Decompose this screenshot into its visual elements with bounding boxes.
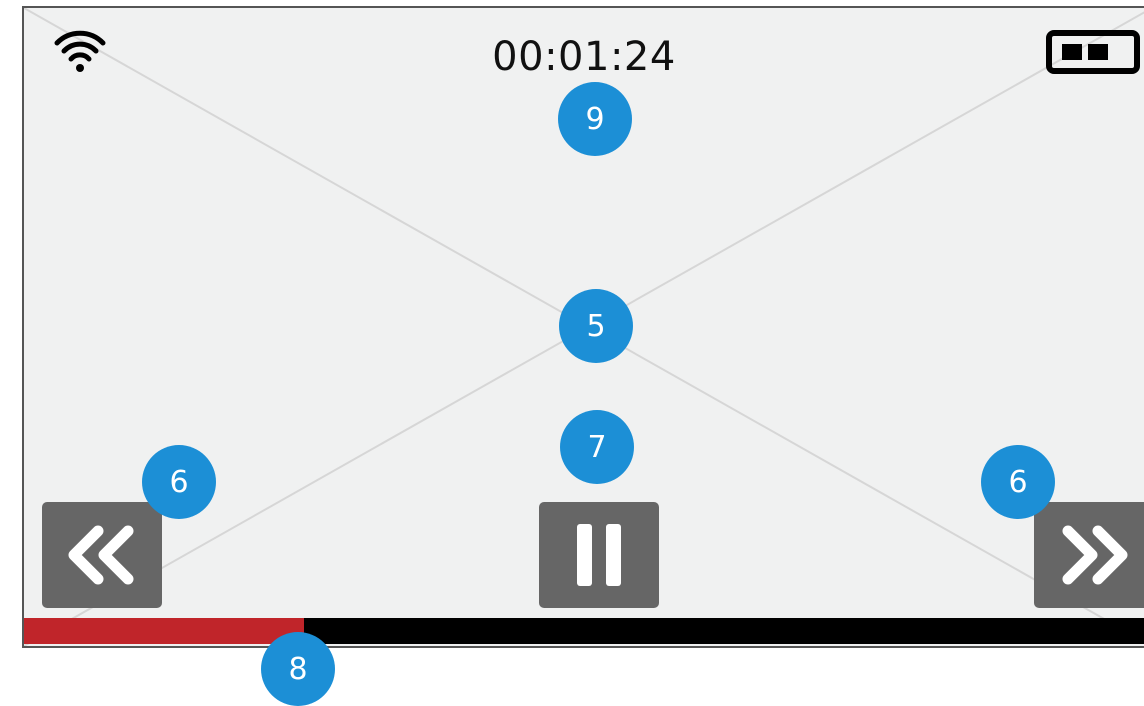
annotation-badge-progress: 8 [261,632,335,706]
progress-fill [24,618,304,644]
playback-time: 00:01:24 [492,34,676,80]
annotation-badge-timer: 9 [558,82,632,156]
pause-button[interactable] [539,502,659,608]
progress-bar[interactable] [24,618,1144,644]
double-chevron-right-icon [1062,525,1128,585]
annotation-badge-media: 5 [559,289,633,363]
pause-icon [577,524,621,586]
annotation-badge-rewind: 6 [142,445,216,519]
annotation-badge-forward: 6 [981,445,1055,519]
double-chevron-left-icon [68,525,134,585]
battery-cell [1088,44,1108,60]
battery-cell [1062,44,1082,60]
battery-icon [1046,30,1140,74]
fast-forward-button[interactable] [1034,502,1144,608]
rewind-button[interactable] [42,502,162,608]
annotation-badge-pause: 7 [560,410,634,484]
